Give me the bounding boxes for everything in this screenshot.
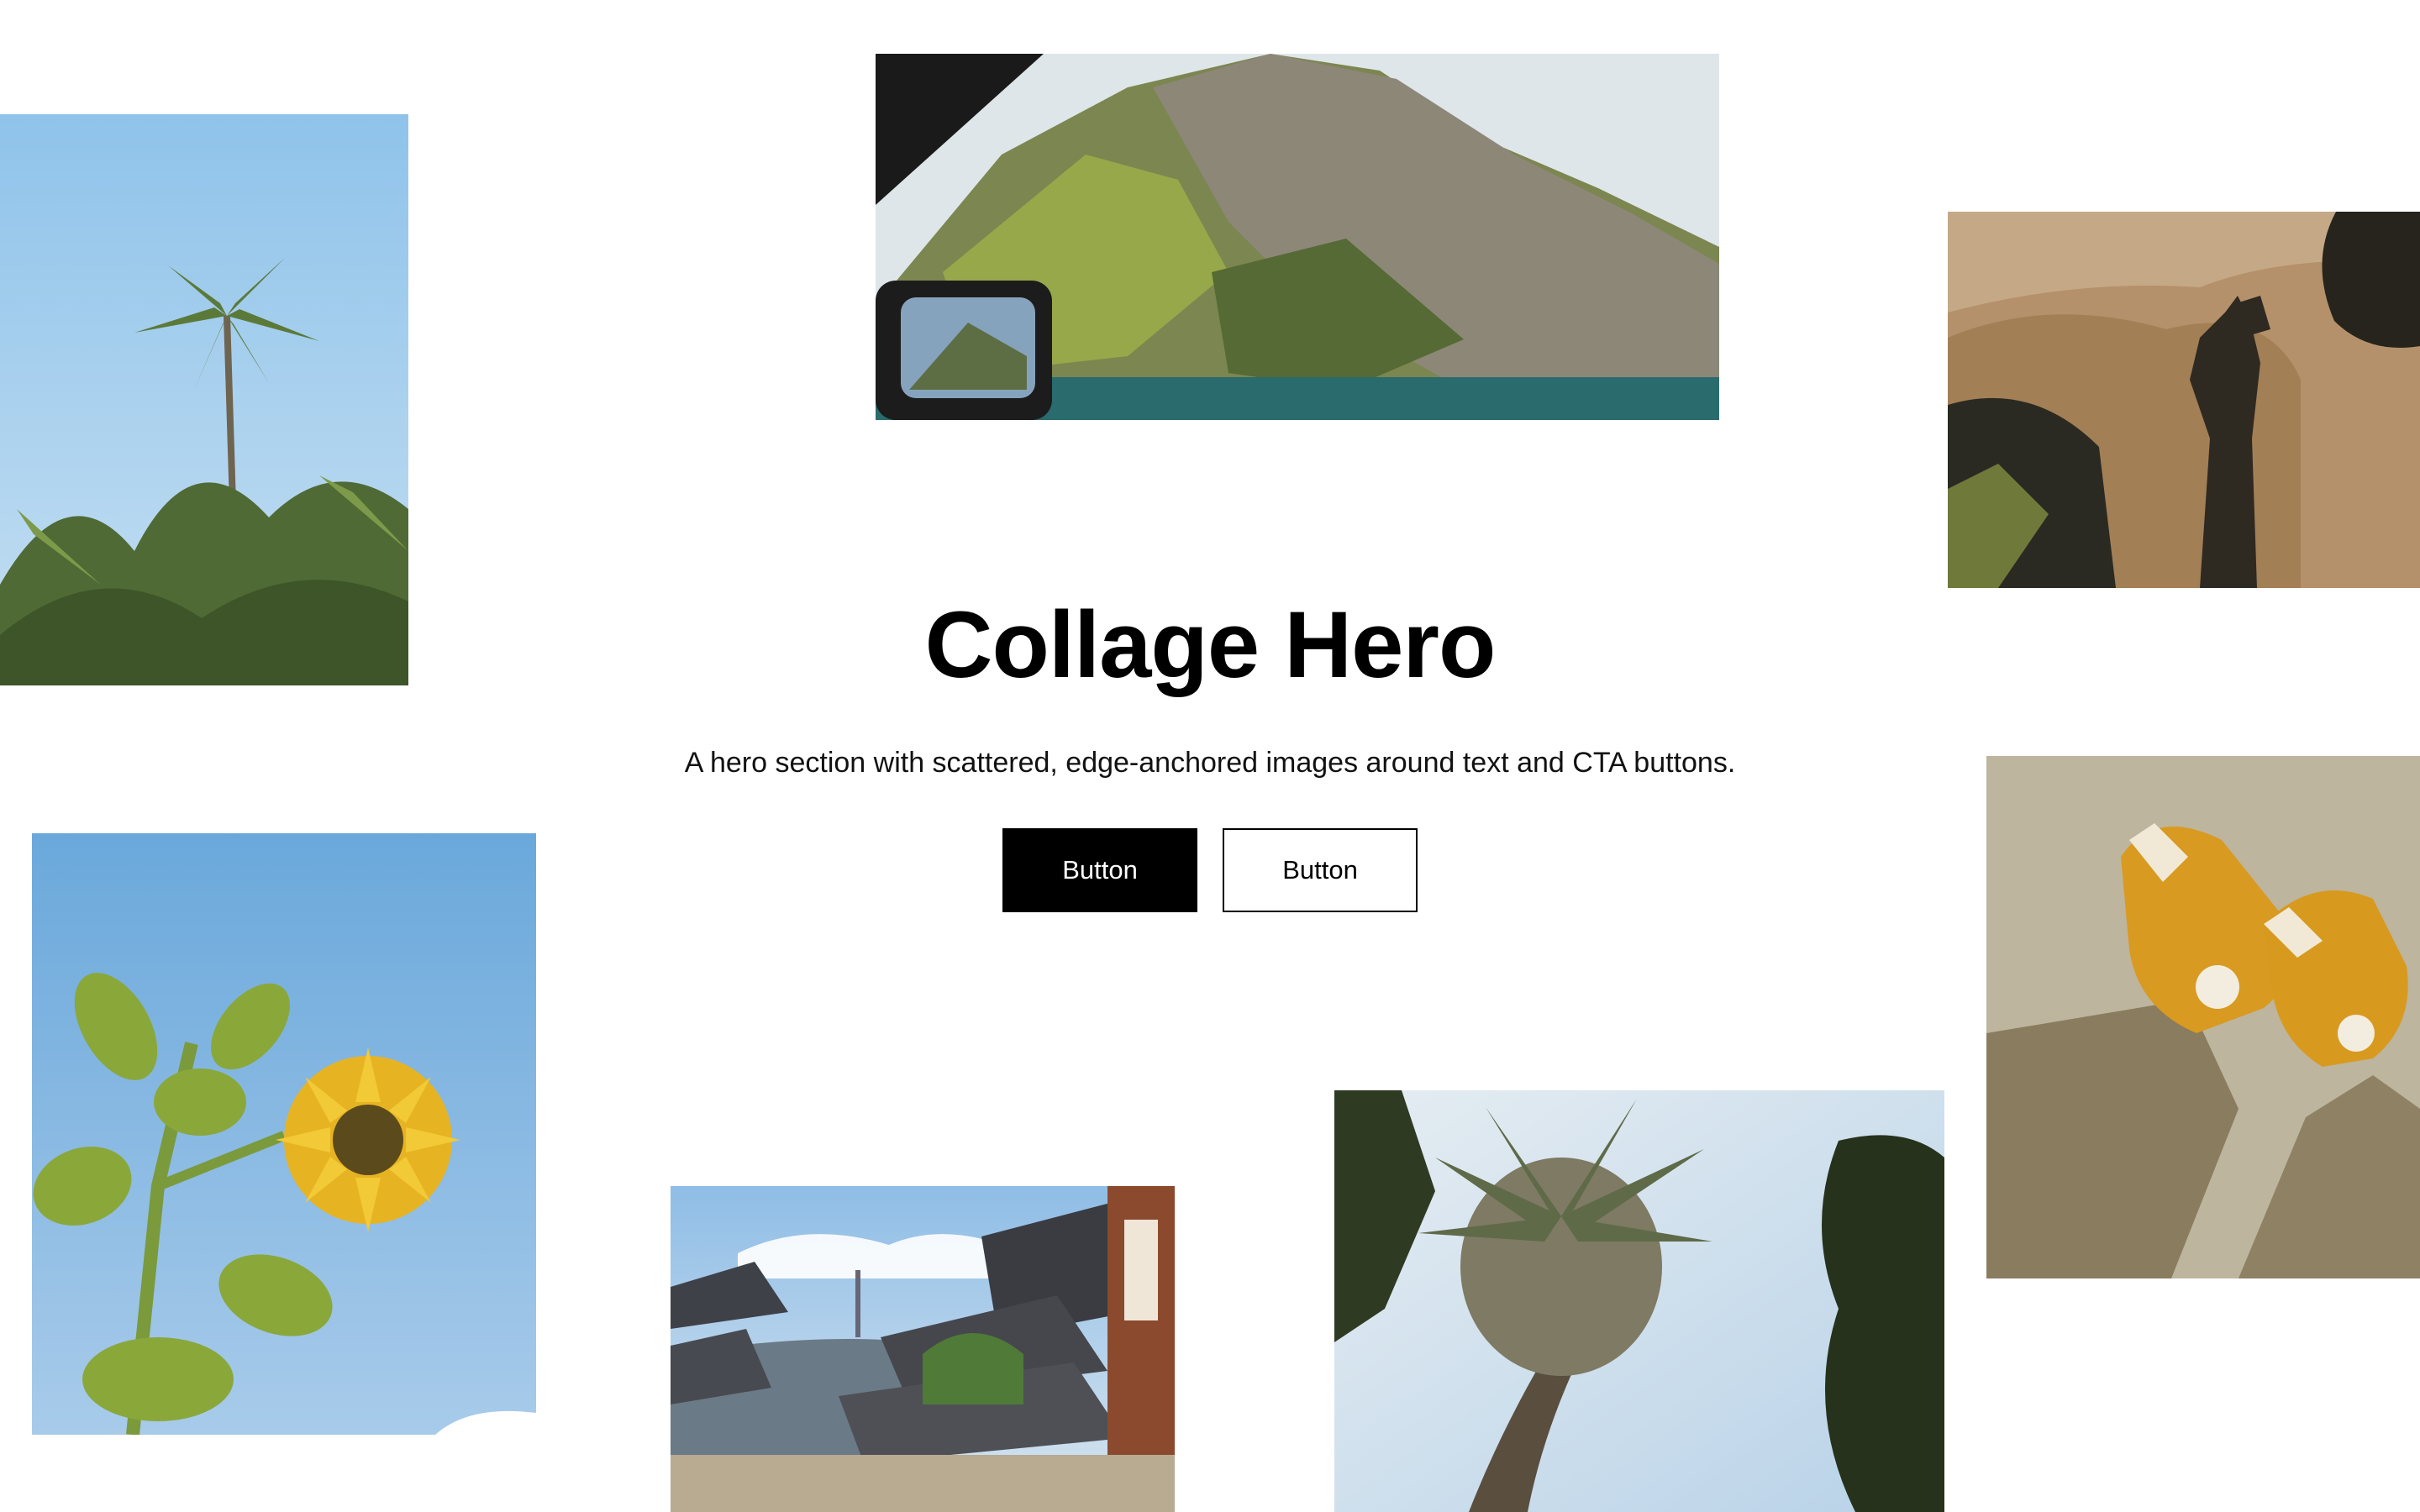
person-shadow-ground-image <box>1948 212 2420 588</box>
fan-palm-sky-image <box>1334 1090 1944 1512</box>
primary-cta-button[interactable]: Button <box>1002 828 1197 912</box>
hero-section: Collage Hero A hero section with scatter… <box>0 588 2420 912</box>
collage-hero-page: Collage Hero A hero section with scatter… <box>0 0 2420 1512</box>
mountain-lake-car-window-image <box>876 54 1719 420</box>
secondary-cta-button[interactable]: Button <box>1223 828 1418 912</box>
hero-subtitle: A hero section with scattered, edge-anch… <box>684 747 1736 779</box>
hero-title: Collage Hero <box>924 592 1497 697</box>
sunflower-sky-image <box>32 833 536 1435</box>
hero-actions: Button Button <box>0 828 2420 912</box>
traditional-village-roofs-image <box>671 1186 1175 1512</box>
